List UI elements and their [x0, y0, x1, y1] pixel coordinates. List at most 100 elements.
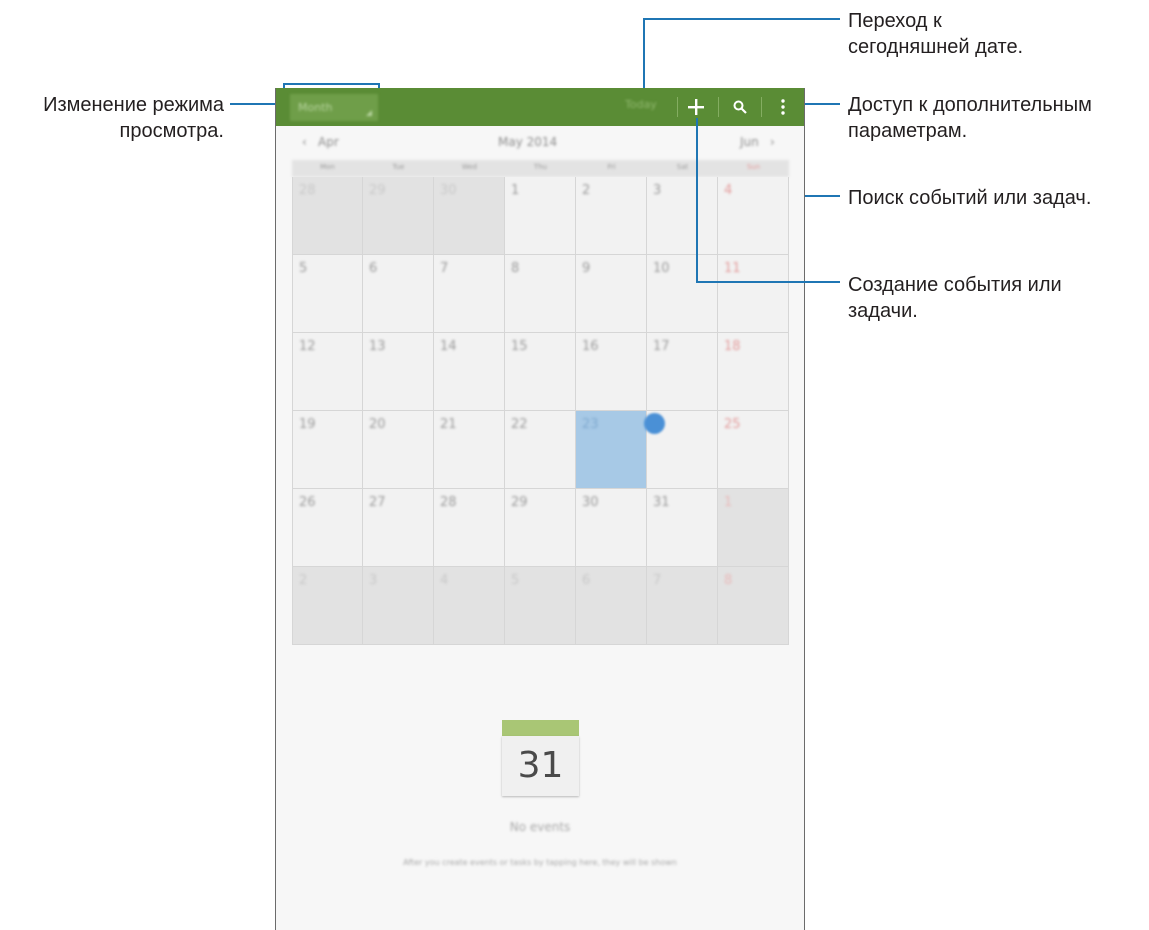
day-cell[interactable]: 29: [505, 489, 576, 567]
day-number: 31: [653, 495, 670, 510]
empty-hint-text[interactable]: After you create events or tasks by tapp…: [276, 858, 804, 867]
day-cell[interactable]: 5: [505, 567, 576, 645]
day-cell[interactable]: 30: [434, 177, 505, 255]
day-cell[interactable]: 11: [718, 255, 789, 333]
add-icon: [688, 99, 704, 115]
chevron-right-icon[interactable]: ›: [770, 135, 775, 149]
month-title: May 2014: [498, 135, 558, 149]
day-cell[interactable]: 3: [363, 567, 434, 645]
day-number: 18: [724, 339, 741, 354]
add-button[interactable]: [682, 93, 710, 121]
weekday-header: Mon Tue Wed Thu Fri Sat Sun: [292, 160, 789, 177]
day-number: 2: [582, 183, 591, 198]
day-number: 8: [511, 261, 520, 276]
callout-today: Переход к сегодняшней дате.: [848, 8, 1023, 60]
day-number: 12: [299, 339, 316, 354]
day-cell[interactable]: 8: [505, 255, 576, 333]
day-cell[interactable]: 4: [434, 567, 505, 645]
day-cell[interactable]: 13: [363, 333, 434, 411]
day-number: 14: [440, 339, 457, 354]
calendar-icon-number: 31: [502, 736, 579, 796]
callout-more: Доступ к дополнительным параметрам.: [848, 92, 1092, 144]
day-number: 29: [511, 495, 528, 510]
day-cell[interactable]: 27: [363, 489, 434, 567]
day-cell[interactable]: 21: [434, 411, 505, 489]
day-cell[interactable]: 17: [647, 333, 718, 411]
day-cell[interactable]: 8: [718, 567, 789, 645]
day-cell[interactable]: 23: [576, 411, 647, 489]
day-cell[interactable]: 25: [718, 411, 789, 489]
day-cell[interactable]: [644, 411, 718, 489]
callout-create: Создание события или задачи.: [848, 272, 1062, 324]
callout-create-connector-h: [696, 281, 840, 283]
day-cell[interactable]: 7: [647, 567, 718, 645]
day-cell[interactable]: 30: [576, 489, 647, 567]
day-cell[interactable]: 28: [434, 489, 505, 567]
day-number: 22: [511, 417, 528, 432]
callout-create-connector-v: [696, 118, 698, 283]
day-number: 11: [724, 261, 741, 276]
calendar-screen: Month Today ‹ Apr May 2014 Jun › Mon Tue…: [275, 88, 805, 930]
day-cell[interactable]: 1: [505, 177, 576, 255]
callout-today-line1: Переход к: [848, 10, 942, 32]
day-cell[interactable]: 15: [505, 333, 576, 411]
more-options-button[interactable]: [769, 93, 797, 121]
day-number: 17: [653, 339, 670, 354]
next-month-label[interactable]: Jun: [740, 135, 759, 149]
day-cell[interactable]: 6: [363, 255, 434, 333]
weekday-label: Tue: [392, 163, 405, 171]
day-cell[interactable]: 28: [292, 177, 363, 255]
day-cell[interactable]: 14: [434, 333, 505, 411]
weekday-label: Thu: [533, 163, 548, 171]
search-button[interactable]: [726, 93, 754, 121]
day-number: 4: [724, 183, 733, 198]
month-navigation: ‹ Apr May 2014 Jun ›: [276, 126, 804, 160]
day-number: 23: [582, 417, 599, 432]
day-number: 8: [724, 573, 733, 588]
day-cell[interactable]: 7: [434, 255, 505, 333]
day-cell[interactable]: 12: [292, 333, 363, 411]
day-number: 4: [440, 573, 449, 588]
today-button[interactable]: Today: [625, 98, 657, 111]
day-number: 5: [299, 261, 308, 276]
callout-view-mode-line1: Изменение режима: [43, 94, 224, 116]
day-number: 7: [653, 573, 662, 588]
view-mode-dropdown[interactable]: Month: [290, 94, 378, 121]
day-cell[interactable]: 9: [576, 255, 647, 333]
search-icon: [733, 100, 747, 114]
day-number: 1: [724, 495, 733, 510]
day-cell[interactable]: 10: [647, 255, 718, 333]
callout-today-connector-h: [643, 18, 840, 20]
day-cell[interactable]: 20: [363, 411, 434, 489]
day-cell[interactable]: 18: [718, 333, 789, 411]
day-cell[interactable]: 19: [292, 411, 363, 489]
callout-view-mode-line2: просмотра.: [119, 120, 224, 142]
prev-month-label[interactable]: Apr: [318, 135, 339, 149]
day-cell[interactable]: 26: [292, 489, 363, 567]
callout-more-line1: Доступ к дополнительным: [848, 94, 1092, 116]
chevron-left-icon[interactable]: ‹: [302, 135, 307, 149]
day-number: 3: [369, 573, 378, 588]
day-cell[interactable]: 5: [292, 255, 363, 333]
day-cell[interactable]: 29: [363, 177, 434, 255]
more-options-icon: [781, 99, 785, 115]
day-number: 7: [440, 261, 449, 276]
day-cell[interactable]: 1: [718, 489, 789, 567]
day-cell[interactable]: 22: [505, 411, 576, 489]
day-cell[interactable]: 2: [292, 567, 363, 645]
day-number: 16: [582, 339, 599, 354]
callout-search: Поиск событий или задач.: [848, 187, 1092, 209]
day-cell[interactable]: 3: [647, 177, 718, 255]
day-cell[interactable]: 4: [718, 177, 789, 255]
day-cell[interactable]: 2: [576, 177, 647, 255]
day-number: 2: [299, 573, 308, 588]
day-cell[interactable]: 16: [576, 333, 647, 411]
day-number: 20: [369, 417, 386, 432]
day-number: 15: [511, 339, 528, 354]
day-cell[interactable]: 6: [576, 567, 647, 645]
day-number: 28: [440, 495, 457, 510]
day-cell[interactable]: 31: [647, 489, 718, 567]
day-number: 26: [299, 495, 316, 510]
day-number: 6: [369, 261, 378, 276]
calendar-icon-header: [502, 720, 579, 736]
